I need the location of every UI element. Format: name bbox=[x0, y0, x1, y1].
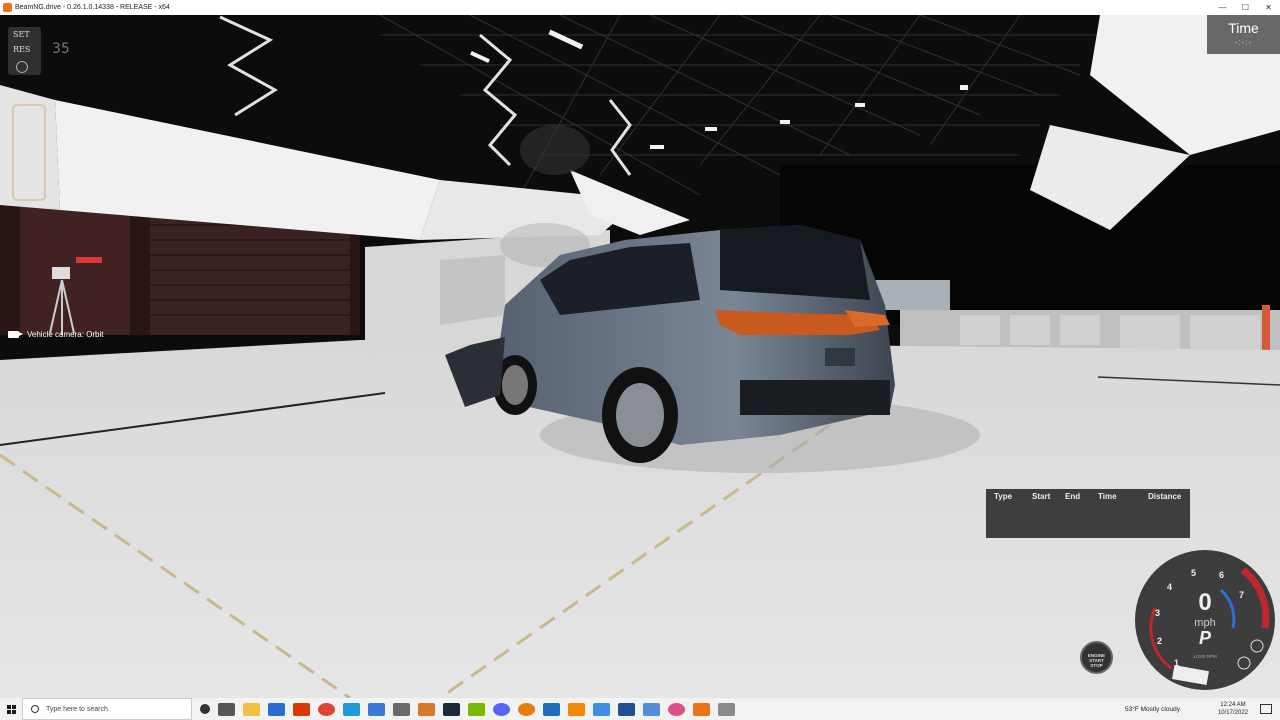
camera-mode-indicator: Vehicle camera: Orbit bbox=[8, 327, 103, 341]
col-type: Type bbox=[994, 492, 1013, 501]
maximize-button[interactable]: ☐ bbox=[1234, 0, 1257, 15]
edge-icon[interactable] bbox=[343, 702, 360, 716]
store-icon[interactable] bbox=[368, 702, 385, 716]
photoshop-icon[interactable] bbox=[618, 702, 635, 716]
malwarebytes-icon[interactable] bbox=[543, 702, 560, 716]
beamng-taskbar-icon[interactable] bbox=[693, 702, 710, 716]
timing-table-header: Type Start End Time Distance bbox=[986, 489, 1190, 501]
blender-icon[interactable] bbox=[518, 702, 535, 716]
engine-start-stop-button[interactable]: ENGINE START STOP bbox=[1080, 641, 1113, 674]
speed-limit-value: 35 bbox=[52, 41, 70, 57]
minimize-button[interactable]: — bbox=[1211, 0, 1234, 15]
file-explorer-icon[interactable] bbox=[243, 702, 260, 716]
time-panel: Time -:-:- bbox=[1207, 15, 1280, 54]
discord-icon[interactable] bbox=[493, 702, 510, 716]
camera-app-icon[interactable] bbox=[643, 702, 660, 716]
paint-icon[interactable] bbox=[718, 702, 735, 716]
time-title: Time bbox=[1228, 20, 1259, 36]
cortana-icon[interactable] bbox=[200, 704, 210, 714]
office-icon[interactable] bbox=[293, 702, 310, 716]
clock-time: 12:24 AM bbox=[1220, 702, 1246, 708]
weather-widget[interactable]: 53°F Mostly cloudy bbox=[1125, 706, 1180, 713]
timing-table: Type Start End Time Distance bbox=[986, 489, 1190, 538]
calendar-icon[interactable] bbox=[593, 702, 610, 716]
windows-logo-icon bbox=[6, 704, 16, 714]
close-button[interactable]: ✕ bbox=[1257, 0, 1280, 15]
notification-icon[interactable] bbox=[1260, 704, 1272, 714]
col-end: End bbox=[1065, 492, 1081, 501]
clock-date: 10/17/2022 bbox=[1217, 710, 1248, 716]
game-viewport[interactable] bbox=[0, 15, 1280, 698]
camera-icon bbox=[8, 330, 23, 338]
rpm-label: x1000 RPM bbox=[1193, 654, 1217, 659]
taskbar-search-box[interactable]: Type here to search bbox=[22, 698, 192, 720]
taskbar-clock[interactable]: 12:24 AM 10/17/2022 bbox=[1218, 701, 1248, 717]
rpm-tick-7: 7 bbox=[1239, 590, 1244, 600]
col-time: Time bbox=[1098, 492, 1117, 501]
rpm-tick-6: 6 bbox=[1219, 570, 1224, 580]
windows-taskbar: Type here to search 53°F Mostly cloudy 1… bbox=[0, 698, 1280, 720]
col-distance: Distance bbox=[1148, 492, 1182, 501]
window-title: BeamNG.drive - 0.26.1.0.14338 - RELEASE … bbox=[15, 4, 170, 11]
rpm-tick-4: 4 bbox=[1167, 582, 1172, 592]
rpm-tick-2: 2 bbox=[1157, 636, 1162, 646]
col-start: Start bbox=[1032, 492, 1051, 501]
obs-icon[interactable] bbox=[668, 702, 685, 716]
cruise-res-label[interactable]: RES bbox=[13, 45, 30, 54]
photos-icon[interactable] bbox=[418, 702, 435, 716]
rpm-tick-3: 3 bbox=[1155, 608, 1160, 618]
nvidia-icon[interactable] bbox=[468, 702, 485, 716]
time-value: -:-:- bbox=[1234, 38, 1253, 47]
notepad-icon[interactable] bbox=[393, 702, 410, 716]
chrome-icon[interactable] bbox=[318, 702, 335, 716]
start-stop-line3: STOP bbox=[1090, 663, 1103, 668]
steam-icon[interactable] bbox=[443, 702, 460, 716]
start-button[interactable] bbox=[0, 698, 22, 720]
window-title-bar: BeamNG.drive - 0.26.1.0.14338 - RELEASE … bbox=[0, 0, 1280, 15]
cruise-set-label[interactable]: SET bbox=[13, 30, 30, 39]
rpm-tick-1: 1 bbox=[1174, 658, 1179, 668]
search-icon bbox=[31, 705, 39, 713]
mail-icon[interactable] bbox=[268, 702, 285, 716]
timer-icon bbox=[16, 61, 28, 73]
rpm-tick-5: 5 bbox=[1191, 568, 1196, 578]
taskbar-apps bbox=[196, 702, 739, 716]
speed-value: 0 bbox=[1198, 589, 1211, 616]
system-tray: 53°F Mostly cloudy 12:24 AM 10/17/2022 bbox=[1125, 698, 1280, 720]
task-view-icon[interactable] bbox=[218, 702, 235, 716]
vlc-icon[interactable] bbox=[568, 702, 585, 716]
camera-mode-label: Vehicle camera: Orbit bbox=[27, 329, 104, 339]
beamng-app-icon bbox=[3, 3, 12, 12]
gear-indicator: P bbox=[1199, 628, 1212, 648]
search-placeholder: Type here to search bbox=[46, 705, 108, 713]
scene-render bbox=[0, 15, 1280, 698]
cruise-control-panel: SET RES 35 bbox=[8, 27, 70, 75]
speedometer-gauge: 0 mph P x1000 RPM 1 2 3 4 5 6 7 bbox=[1133, 548, 1278, 693]
